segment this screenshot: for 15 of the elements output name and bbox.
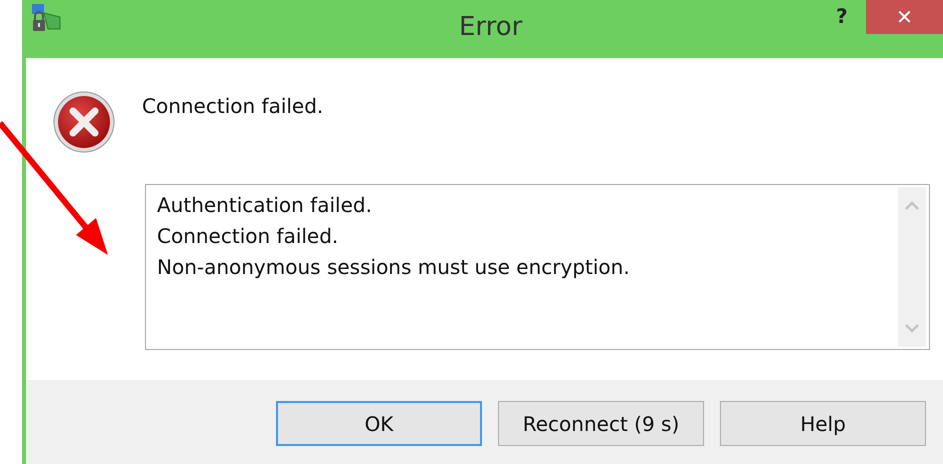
close-button[interactable]: ✕ [866,0,943,34]
dialog-button[interactable]: Help [720,401,926,446]
detail-line: Non-anonymous sessions must use encryption. [157,254,631,281]
window-title: Error [459,12,522,42]
detail-line: Connection failed. [157,223,340,250]
scroll-up-icon[interactable] [904,201,920,211]
scrollbar[interactable] [898,187,926,347]
computer-lock-icon [30,3,62,33]
scroll-down-icon[interactable] [904,323,920,333]
detail-line: Authentication failed. [157,192,373,219]
dialog-button[interactable]: OK [276,401,482,446]
error-message: Connection failed. [142,94,324,118]
error-icon [52,90,116,154]
dialog-button[interactable]: Reconnect (9 s) [498,401,704,446]
help-button[interactable]: ? [832,4,852,28]
